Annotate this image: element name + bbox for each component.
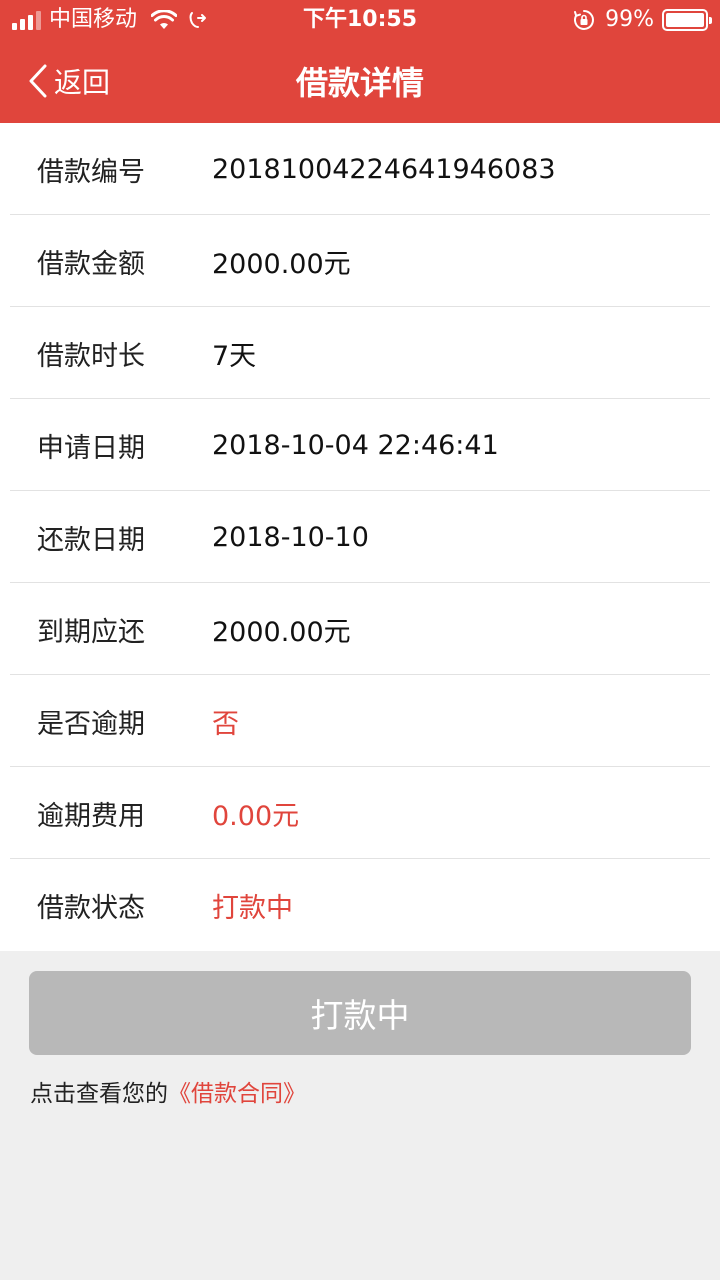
row-value: 2000.00元 (212, 248, 351, 280)
status-bar: 中国移动 下午10:55 99% (0, 0, 720, 40)
row-label: 借款时长 (37, 340, 145, 372)
row-loan-number: 借款编号 20181004224641946083 (0, 123, 720, 215)
row-loan-amount: 借款金额 2000.00元 (0, 215, 720, 307)
contract-prefix: 点击查看您的 (30, 1081, 168, 1107)
row-overdue-fee: 逾期费用 0.00元 (0, 767, 720, 859)
row-label: 借款金额 (37, 248, 145, 280)
overdue-status-value: 否 (212, 708, 239, 740)
loan-contract-link[interactable]: 《借款合同》 (168, 1081, 306, 1107)
row-label: 到期应还 (37, 616, 145, 648)
header: 中国移动 下午10:55 99% 返回 借款详情 (0, 0, 720, 123)
battery-percent: 99% (605, 7, 654, 32)
loan-detail-page: 中国移动 下午10:55 99% 返回 借款详情 借款编号 2018100422… (0, 0, 720, 1280)
disbursing-status-button[interactable]: 打款中 (29, 971, 691, 1055)
page-title: 借款详情 (295, 64, 424, 102)
row-value: 2000.00元 (212, 616, 351, 648)
row-label: 借款状态 (37, 892, 145, 924)
battery-icon (662, 9, 712, 31)
overdue-fee-value: 0.00元 (212, 800, 300, 832)
row-is-overdue: 是否逾期 否 (0, 675, 720, 767)
row-label: 借款编号 (37, 156, 145, 188)
row-repay-date: 还款日期 2018-10-10 (0, 491, 720, 583)
row-label: 还款日期 (37, 524, 145, 556)
row-loan-status: 借款状态 打款中 (0, 859, 720, 951)
row-value: 7天 (212, 340, 257, 372)
loan-detail-list: 借款编号 20181004224641946083 借款金额 2000.00元 … (0, 123, 720, 951)
row-value: 2018-10-04 22:46:41 (212, 429, 499, 461)
row-label: 是否逾期 (37, 708, 145, 740)
rotation-lock-icon (574, 10, 595, 30)
loan-status-value: 打款中 (212, 892, 293, 924)
status-bar-right: 99% (573, 6, 712, 34)
row-value: 20181004224641946083 (212, 153, 556, 185)
row-apply-date: 申请日期 2018-10-04 22:46:41 (0, 399, 720, 491)
nav-bar: 返回 借款详情 (0, 40, 720, 123)
row-amount-due: 到期应还 2000.00元 (0, 583, 720, 675)
row-loan-duration: 借款时长 7天 (0, 307, 720, 399)
row-value: 2018-10-10 (212, 521, 369, 553)
row-label: 逾期费用 (37, 800, 145, 832)
row-label: 申请日期 (37, 432, 145, 464)
contract-hint: 点击查看您的《借款合同》 (30, 1078, 306, 1110)
